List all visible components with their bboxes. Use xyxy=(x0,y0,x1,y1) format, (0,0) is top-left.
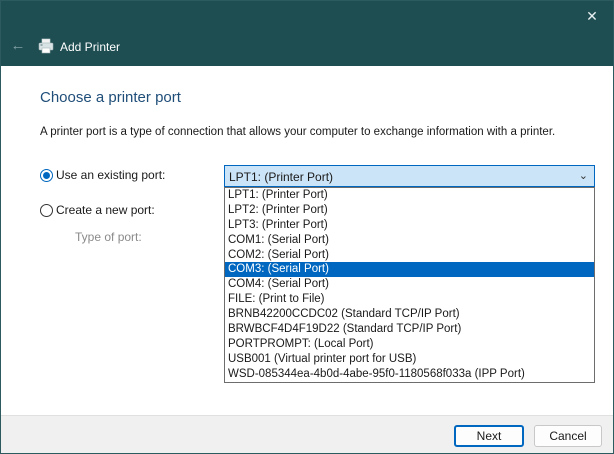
port-option[interactable]: BRWBCF4D4F19D22 (Standard TCP/IP Port) xyxy=(225,322,594,337)
close-icon[interactable]: ✕ xyxy=(579,5,605,27)
wizard-content: Choose a printer port A printer port is … xyxy=(1,66,613,415)
port-option[interactable]: COM4: (Serial Port) xyxy=(225,277,594,292)
port-option[interactable]: BRNB42200CCDC02 (Standard TCP/IP Port) xyxy=(225,307,594,322)
port-dropdown-list: LPT1: (Printer Port) LPT2: (Printer Port… xyxy=(224,187,595,383)
use-existing-port-radio[interactable] xyxy=(40,168,53,182)
next-button[interactable]: Next xyxy=(454,425,524,447)
type-of-port-label: Type of port: xyxy=(75,230,142,244)
port-option[interactable]: PORTPROMPT: (Local Port) xyxy=(225,337,594,352)
window-title: Add Printer xyxy=(60,40,121,54)
port-select-value: LPT1: (Printer Port) xyxy=(229,170,334,184)
wizard-footer: Next Cancel xyxy=(1,415,613,453)
create-new-port-label: Create a new port: xyxy=(56,203,155,217)
cancel-button[interactable]: Cancel xyxy=(534,425,602,447)
port-option[interactable]: WSD-085344ea-4b0d-4abe-95f0-1180568f033a… xyxy=(225,367,594,382)
printer-icon xyxy=(38,38,54,54)
use-existing-port-label: Use an existing port: xyxy=(56,168,166,182)
create-new-port-radio[interactable] xyxy=(40,203,53,217)
port-option[interactable]: FILE: (Print to File) xyxy=(225,292,594,307)
port-option[interactable]: COM2: (Serial Port) xyxy=(225,248,594,263)
create-new-port-option[interactable]: Create a new port: xyxy=(40,202,155,218)
port-option[interactable]: COM1: (Serial Port) xyxy=(225,233,594,248)
page-description: A printer port is a type of connection t… xyxy=(40,126,556,138)
chevron-down-icon[interactable]: ⌄ xyxy=(579,169,588,182)
port-option[interactable]: LPT1: (Printer Port) xyxy=(225,188,594,203)
title-bar: ✕ ← Add Printer xyxy=(1,1,613,66)
port-option[interactable]: COM3: (Serial Port) xyxy=(225,262,594,278)
use-existing-port-option[interactable]: Use an existing port: xyxy=(40,167,165,183)
port-option[interactable]: LPT3: (Printer Port) xyxy=(225,218,594,233)
port-select[interactable]: LPT1: (Printer Port) ⌄ xyxy=(224,165,595,187)
port-option[interactable]: USB001 (Virtual printer port for USB) xyxy=(225,352,594,367)
add-printer-window: ✕ ← Add Printer Choose a printer port A … xyxy=(0,0,614,454)
port-option[interactable]: LPT2: (Printer Port) xyxy=(225,203,594,218)
page-title: Choose a printer port xyxy=(40,89,181,106)
back-arrow-icon[interactable]: ← xyxy=(9,37,27,55)
